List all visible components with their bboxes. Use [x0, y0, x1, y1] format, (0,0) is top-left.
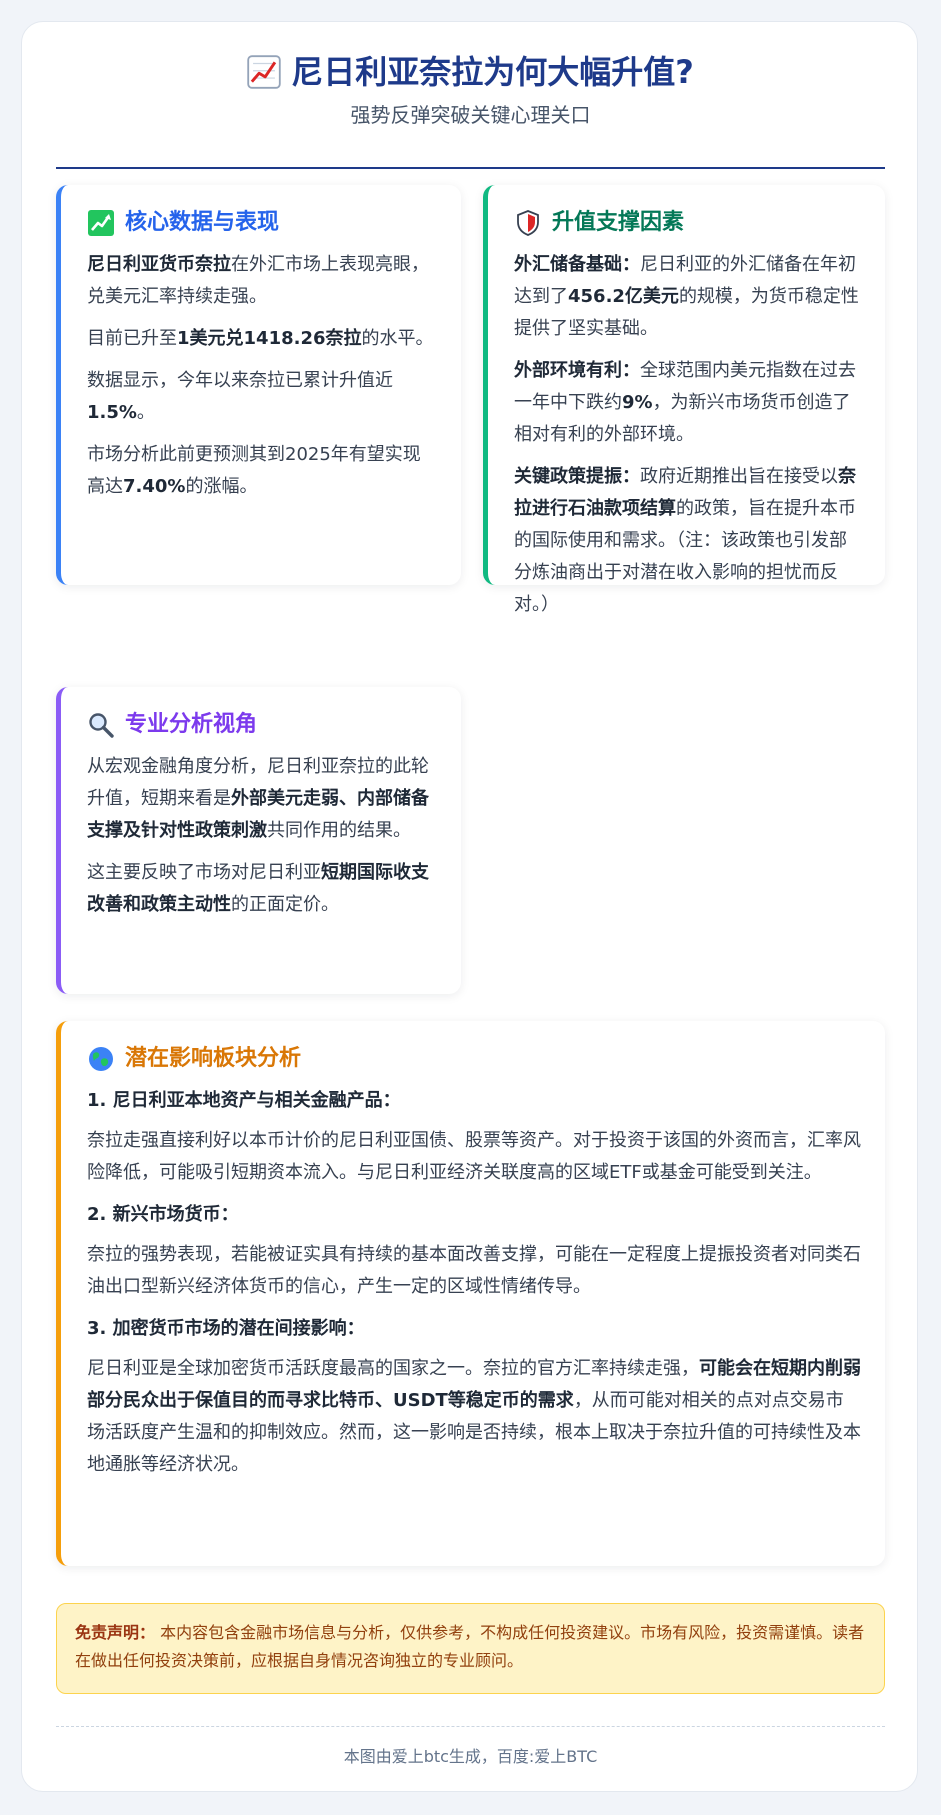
impact-subheading: 2. 新兴市场货币：: [87, 1204, 239, 1225]
core-paragraph: 市场分析此前更预测其到2025年有望实现高达7.40%的涨幅。: [87, 444, 421, 497]
disclaimer-box: 免责声明： 本内容包含金融市场信息与分析，仅供参考，不构成任何投资建议。市场有风…: [56, 1603, 885, 1694]
footer-text: 本图由爱上btc生成，百度:爱上BTC: [343, 1747, 598, 1766]
infographic-page: 尼日利亚奈拉为何大幅升值? 强势反弹突破关键心理关口 核心数据与表现 尼日利亚货…: [21, 21, 918, 1792]
card-title: 升值支撑因素: [514, 207, 861, 239]
analysis-paragraph: 从宏观金融角度分析，尼日利亚奈拉的此轮升值，短期来看是外部美元走弱、内部储备支撑…: [87, 756, 429, 841]
disclaimer-label: 免责声明：: [75, 1623, 156, 1642]
core-paragraph: 数据显示，今年以来奈拉已累计升值近1.5%。: [87, 370, 393, 423]
impact-paragraph: 奈拉的强势表现，若能被证实具有持续的基本面改善支撑，可能在一定程度上提振投资者对…: [87, 1244, 861, 1297]
page-title-text: 尼日利亚奈拉为何大幅升值?: [291, 53, 694, 91]
footer-divider: [56, 1726, 885, 1727]
core-paragraph: 目前已升至1美元兑1418.26奈拉的水平。: [87, 328, 434, 349]
disclaimer-text: 本内容包含金融市场信息与分析，仅供参考，不构成任何投资建议。市场有风险，投资需谨…: [75, 1623, 865, 1670]
support-factors-card: 升值支撑因素 外汇储备基础：尼日利亚的外汇储备在年初达到了456.2亿美元的规模…: [483, 185, 885, 615]
card-title: 核心数据与表现: [87, 207, 437, 239]
impact-paragraph: 尼日利亚是全球加密货币活跃度最高的国家之一。奈拉的官方汇率持续走强，可能会在短期…: [87, 1358, 861, 1475]
analysis-paragraph: 这主要反映了市场对尼日利亚短期国际收支改善和政策主动性的正面定价。: [87, 862, 429, 915]
page-title: 尼日利亚奈拉为何大幅升值?: [56, 50, 885, 94]
impact-card: 潜在影响板块分析 1. 尼日利亚本地资产与相关金融产品： 奈拉走强直接利好以本币…: [56, 1021, 885, 1566]
shield-icon: [517, 210, 539, 236]
core-paragraph: 尼日利亚货币奈拉在外汇市场上表现亮眼，兑美元汇率持续走强。: [87, 254, 429, 307]
impact-paragraph: 奈拉走强直接利好以本币计价的尼日利亚国债、股票等资产。对于投资于该国的外资而言，…: [87, 1130, 861, 1183]
card-title-text: 潜在影响板块分析: [125, 1046, 302, 1071]
support-paragraph: 外部环境有利：全球范围内美元指数在过去一年中下跌约9%，为新兴市场货币创造了相对…: [514, 360, 856, 445]
analysis-card: 专业分析视角 从宏观金融角度分析，尼日利亚奈拉的此轮升值，短期来看是外部美元走弱…: [56, 687, 461, 994]
support-paragraph: 关键政策提振：政府近期推出旨在接受以奈拉进行石油款项结算的政策，旨在提升本币的国…: [514, 466, 856, 615]
support-paragraph: 外汇储备基础：尼日利亚的外汇储备在年初达到了456.2亿美元的规模，为货币稳定性…: [514, 254, 859, 339]
title-divider: [56, 167, 885, 169]
magnifier-icon: [89, 713, 114, 738]
card-title-text: 专业分析视角: [125, 712, 258, 737]
card-title: 潜在影响板块分析: [87, 1043, 861, 1075]
page-subtitle: 强势反弹突破关键心理关口: [350, 103, 591, 127]
card-title: 专业分析视角: [87, 709, 437, 741]
chart-increasing-icon: [247, 55, 281, 89]
header: 尼日利亚奈拉为何大幅升值? 强势反弹突破关键心理关口: [56, 50, 885, 130]
chart-up-green-icon: [88, 210, 114, 236]
impact-subheading: 3. 加密货币市场的潜在间接影响：: [87, 1318, 365, 1339]
globe-icon: [89, 1047, 113, 1071]
card-title-text: 升值支撑因素: [552, 210, 685, 235]
core-data-card: 核心数据与表现 尼日利亚货币奈拉在外汇市场上表现亮眼，兑美元汇率持续走强。 目前…: [56, 185, 461, 585]
card-title-text: 核心数据与表现: [125, 210, 280, 235]
impact-subheading: 1. 尼日利亚本地资产与相关金融产品：: [87, 1090, 401, 1111]
